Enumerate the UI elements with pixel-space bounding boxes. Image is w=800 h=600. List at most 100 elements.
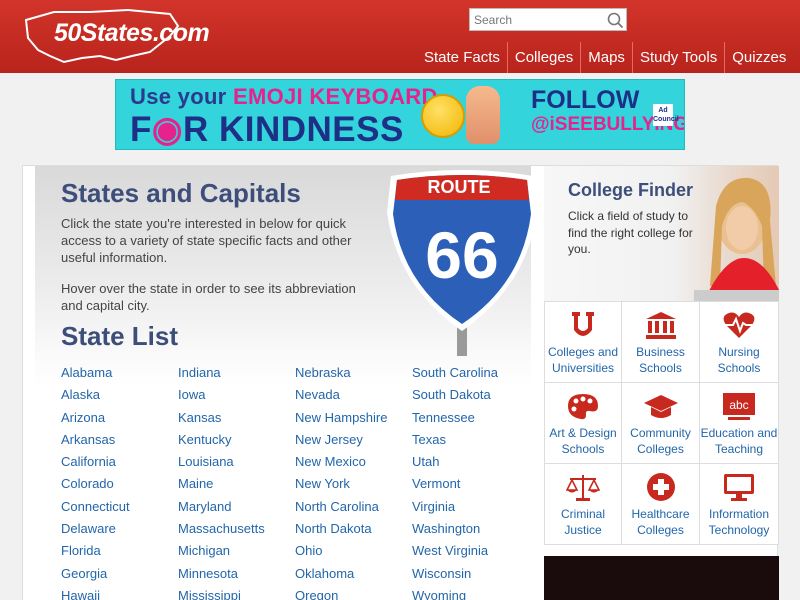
state-link[interactable]: Florida bbox=[61, 543, 178, 565]
state-link[interactable]: Nebraska bbox=[295, 365, 412, 387]
state-link[interactable]: Wisconsin bbox=[412, 566, 529, 588]
state-link[interactable]: Connecticut bbox=[61, 499, 178, 521]
main-nav: State Facts Colleges Maps Study Tools Qu… bbox=[417, 42, 793, 73]
nav-quizzes[interactable]: Quizzes bbox=[724, 42, 793, 73]
state-link[interactable]: Maine bbox=[178, 476, 295, 498]
side-ad-banner[interactable] bbox=[544, 556, 779, 600]
state-link[interactable]: Oregon bbox=[295, 588, 412, 600]
state-list: Alabama Indiana Nebraska South Carolina Alas… bbox=[61, 365, 531, 600]
field-tile[interactable]: Healthcare Colleges bbox=[622, 464, 700, 545]
state-link[interactable]: Mississippi bbox=[178, 588, 295, 600]
field-tile[interactable]: Business Schools bbox=[622, 302, 700, 383]
state-link[interactable]: New Hampshire bbox=[295, 410, 412, 432]
heartbeat-icon bbox=[723, 312, 755, 338]
state-link[interactable]: South Dakota bbox=[412, 387, 529, 409]
state-link[interactable]: Arkansas bbox=[61, 432, 178, 454]
states-panel: ROUTE 66 States and Capitals Click the s… bbox=[35, 166, 537, 600]
main-content: ROUTE 66 States and Capitals Click the s… bbox=[22, 165, 779, 600]
state-link[interactable]: Nevada bbox=[295, 387, 412, 409]
state-link[interactable]: Vermont bbox=[412, 476, 529, 498]
field-tile[interactable]: Nursing Schools bbox=[700, 302, 779, 383]
state-link[interactable]: North Carolina bbox=[295, 499, 412, 521]
state-link[interactable]: Georgia bbox=[61, 566, 178, 588]
state-link[interactable]: North Dakota bbox=[295, 521, 412, 543]
logo-text: 50States.com bbox=[54, 19, 210, 47]
state-link[interactable]: Tennessee bbox=[412, 410, 529, 432]
state-link[interactable]: Minnesota bbox=[178, 566, 295, 588]
route-66-sign-icon: ROUTE 66 bbox=[387, 170, 537, 356]
nav-maps[interactable]: Maps bbox=[580, 42, 632, 73]
ad-text: F bbox=[130, 110, 152, 149]
ad-text: R KINDNESS bbox=[182, 110, 404, 149]
state-link[interactable]: Wyoming bbox=[412, 588, 529, 600]
ad-follow-text: FOLLOW bbox=[531, 86, 640, 114]
field-tile[interactable]: Information Technology bbox=[700, 464, 779, 545]
nav-colleges[interactable]: Colleges bbox=[506, 42, 580, 73]
college-finder-description: Click a field of study to find the right… bbox=[568, 209, 693, 256]
monitor-icon bbox=[724, 474, 754, 501]
field-tile[interactable]: Community Colleges bbox=[622, 383, 700, 464]
state-link[interactable]: Oklahoma bbox=[295, 566, 412, 588]
state-link[interactable]: Iowa bbox=[178, 387, 295, 409]
state-link[interactable]: New Mexico bbox=[295, 454, 412, 476]
emoji-hand-icon bbox=[466, 86, 500, 144]
state-link[interactable]: Alabama bbox=[61, 365, 178, 387]
field-label: Art & Design Schools bbox=[549, 426, 617, 456]
ad-headline-top: Use your EMOJI KEYBOARD bbox=[130, 84, 438, 110]
route-number: 66 bbox=[425, 218, 498, 292]
college-finder-panel: College Finder Click a field of study to… bbox=[544, 166, 779, 600]
state-link[interactable]: West Virginia bbox=[412, 543, 529, 565]
state-link[interactable]: Texas bbox=[412, 432, 529, 454]
svg-text:abc: abc bbox=[729, 398, 748, 412]
field-label: Information Technology bbox=[708, 507, 770, 537]
ad-headline-bottom: F◉R KINDNESS bbox=[130, 110, 404, 149]
route-label: ROUTE bbox=[428, 177, 491, 197]
state-link[interactable]: Arizona bbox=[61, 410, 178, 432]
state-link[interactable]: Alaska bbox=[61, 387, 178, 409]
college-finder-banner: College Finder Click a field of study to… bbox=[544, 166, 779, 301]
state-link[interactable]: Michigan bbox=[178, 543, 295, 565]
field-tile[interactable]: Criminal Justice bbox=[544, 464, 622, 545]
bank-icon bbox=[645, 312, 676, 339]
state-link[interactable]: Virginia bbox=[412, 499, 529, 521]
search-input[interactable] bbox=[470, 9, 600, 30]
field-tile[interactable]: abc Education and Teaching bbox=[700, 383, 779, 464]
hover-hint-paragraph: Hover over the state in order to see its… bbox=[61, 281, 356, 313]
search-box bbox=[469, 8, 627, 31]
state-link[interactable]: Utah bbox=[412, 454, 529, 476]
field-tile[interactable]: Art & Design Schools bbox=[544, 383, 622, 464]
field-of-study-grid: Colleges and Universities Business School… bbox=[544, 301, 779, 545]
scales-icon bbox=[566, 475, 600, 501]
state-link[interactable]: Kansas bbox=[178, 410, 295, 432]
state-link[interactable]: Louisiana bbox=[178, 454, 295, 476]
search-icon[interactable] bbox=[606, 11, 624, 29]
state-link[interactable]: Ohio bbox=[295, 543, 412, 565]
state-link[interactable]: California bbox=[61, 454, 178, 476]
ad-council-logo: Ad Council bbox=[653, 104, 679, 126]
field-label: Nursing Schools bbox=[717, 345, 761, 375]
state-link[interactable]: New York bbox=[295, 476, 412, 498]
field-tile[interactable]: Colleges and Universities bbox=[544, 302, 622, 383]
nav-study-tools[interactable]: Study Tools bbox=[631, 42, 724, 73]
state-link[interactable]: Massachusetts bbox=[178, 521, 295, 543]
state-link[interactable]: Colorado bbox=[61, 476, 178, 498]
state-link[interactable]: Indiana bbox=[178, 365, 295, 387]
graduation-cap-icon bbox=[643, 395, 678, 418]
state-link[interactable]: Hawaii bbox=[61, 588, 178, 600]
state-link[interactable]: Kentucky bbox=[178, 432, 295, 454]
state-link[interactable]: Delaware bbox=[61, 521, 178, 543]
nav-state-facts[interactable]: State Facts bbox=[417, 42, 507, 73]
state-link[interactable]: Maryland bbox=[178, 499, 295, 521]
ad-banner[interactable]: Use your EMOJI KEYBOARD F◉R KINDNESS FOL… bbox=[115, 79, 685, 150]
college-finder-title: College Finder bbox=[568, 180, 694, 200]
field-label: Healthcare Colleges bbox=[631, 507, 690, 537]
state-link[interactable]: New Jersey bbox=[295, 432, 412, 454]
student-photo bbox=[694, 177, 779, 301]
site-logo[interactable]: 50States.com bbox=[20, 6, 210, 64]
page-title: States and Capitals bbox=[61, 178, 301, 208]
state-link[interactable]: South Carolina bbox=[412, 365, 529, 387]
university-icon bbox=[572, 312, 594, 336]
state-list-heading: State List bbox=[61, 321, 179, 351]
state-link[interactable]: Washington bbox=[412, 521, 529, 543]
field-label: Colleges and Universities bbox=[547, 345, 619, 375]
